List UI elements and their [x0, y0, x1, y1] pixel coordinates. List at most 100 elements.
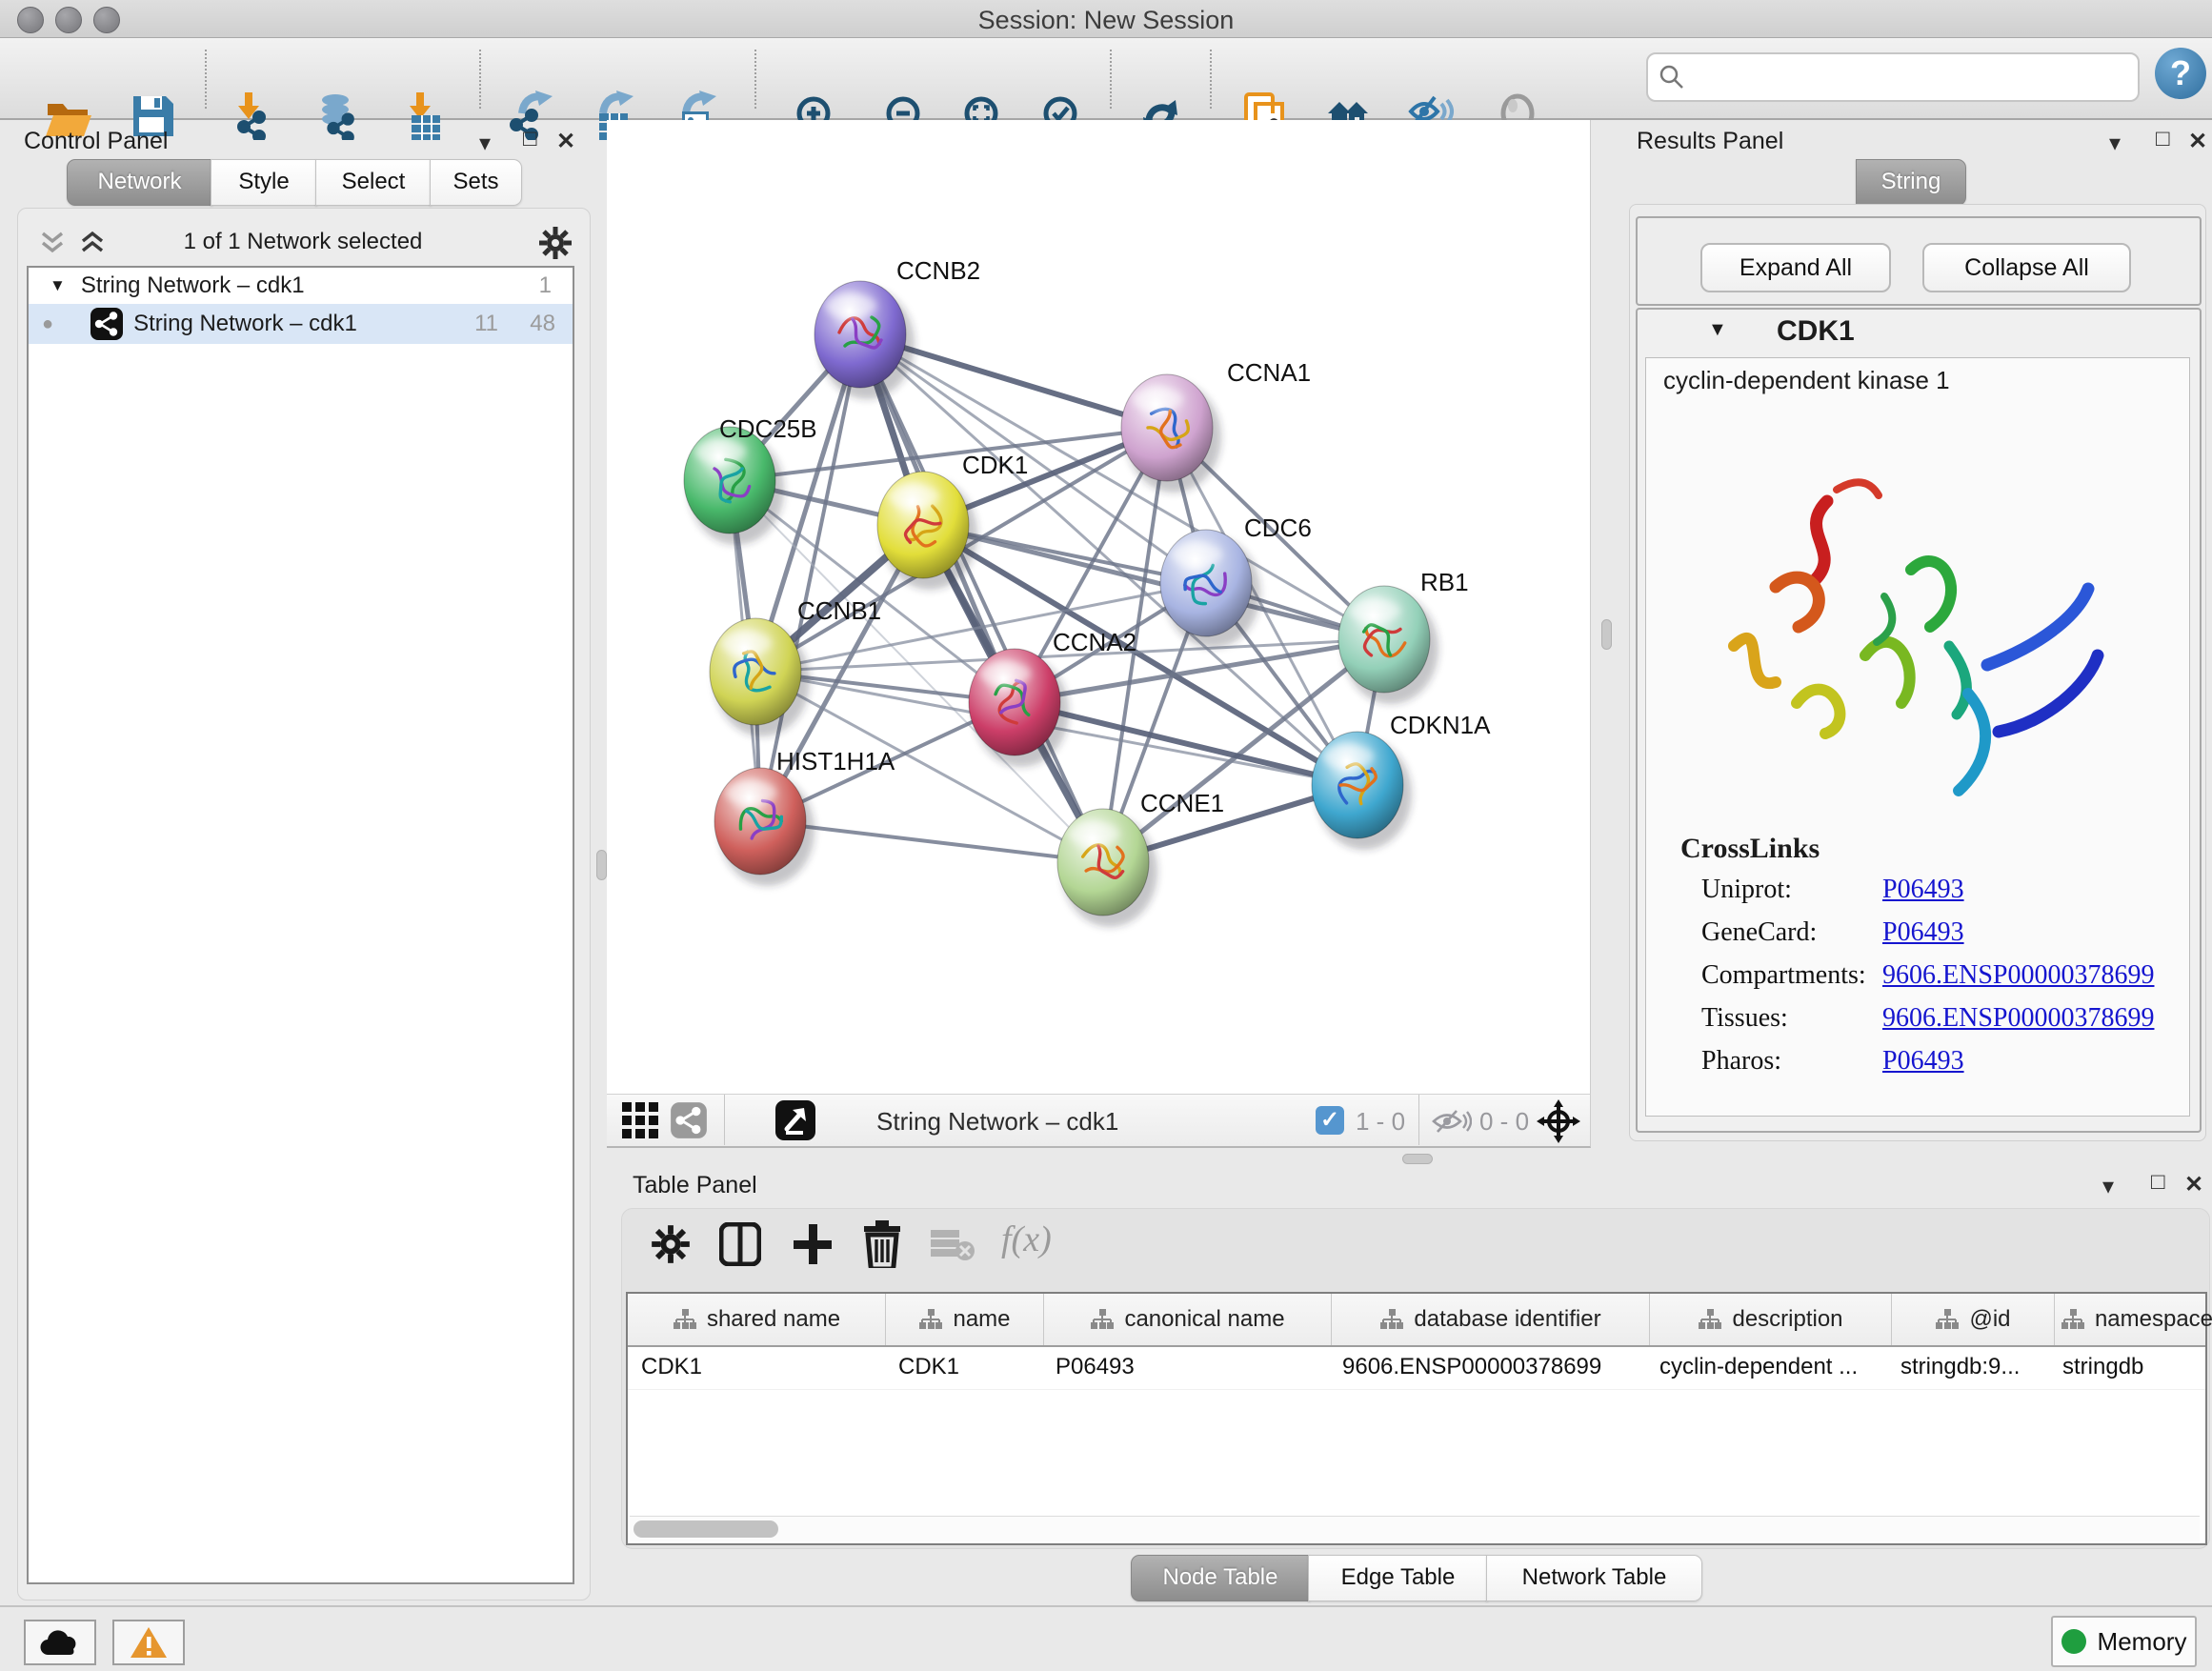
column-label: database identifier	[1414, 1306, 1600, 1333]
open-in-new-window-icon[interactable]	[774, 1099, 816, 1141]
tab-network-table[interactable]: Network Table	[1486, 1555, 1702, 1601]
column-header-id[interactable]: @id	[1892, 1294, 2055, 1345]
expand-all-button[interactable]: Expand All	[1700, 243, 1891, 292]
network-collection-label: String Network – cdk1	[81, 272, 305, 299]
disclosure-triangle-icon[interactable]: ▼	[50, 276, 66, 295]
table-panel: Table Panel ▾ □ ✕	[614, 1170, 2212, 1605]
table-row[interactable]: CDK1CDK1P064939606.ENSP00000378699cyclin…	[628, 1347, 2205, 1390]
network-node-CCNE1[interactable]: CCNE1	[1057, 789, 1224, 927]
show-columns-icon[interactable]	[719, 1222, 761, 1266]
column-header-namespace[interactable]: namespace	[2055, 1294, 2212, 1345]
column-type-icon	[673, 1308, 697, 1331]
panel-collapse-icon[interactable]: ▾	[2109, 130, 2121, 157]
network-node-CDC6[interactable]: CDC6	[1160, 513, 1312, 648]
panel-float-icon[interactable]: □	[2151, 1169, 2165, 1196]
gear-icon[interactable]	[538, 226, 573, 260]
node-label-CCNE1: CCNE1	[1140, 789, 1224, 817]
tab-string[interactable]: String	[1856, 159, 1966, 206]
crosslink-row-compartments: Compartments: 9606.ENSP00000378699	[1701, 960, 2178, 1003]
tab-select[interactable]: Select	[315, 159, 432, 206]
crosslink-link[interactable]: P06493	[1882, 1046, 1964, 1077]
toolbar-separator	[1110, 50, 1112, 109]
edge-CCNB2-CCNE1	[860, 334, 1103, 862]
column-label: name	[953, 1306, 1010, 1333]
table-panel-title: Table Panel	[633, 1172, 757, 1199]
network-node-CDK1[interactable]: CDK1	[877, 451, 1028, 590]
tab-edge-table[interactable]: Edge Table	[1308, 1555, 1488, 1601]
network-node-CCNA1[interactable]: CCNA1	[1121, 358, 1311, 493]
current-network-dot-icon: ●	[42, 313, 53, 335]
network-node-RB1[interactable]: RB1	[1338, 568, 1469, 704]
crosslink-link[interactable]: 9606.ENSP00000378699	[1882, 1003, 2154, 1034]
column-label: namespace	[2095, 1306, 2212, 1333]
tab-network[interactable]: Network	[67, 159, 212, 206]
crosslink-link[interactable]: P06493	[1882, 917, 1964, 948]
disclosure-triangle-icon[interactable]: ▼	[1708, 319, 1727, 341]
column-header-database-identifier[interactable]: database identifier	[1332, 1294, 1650, 1345]
control-panel: Control Panel ▾ □ ✕ NetworkStyleSelectSe…	[8, 120, 602, 1605]
tab-style[interactable]: Style	[211, 159, 317, 206]
right-splitter-handle[interactable]	[1601, 619, 1612, 650]
panel-float-icon[interactable]: □	[2156, 126, 2170, 152]
node-result-details: cyclin-dependent kinase 1 CrossLinks Uni…	[1645, 357, 2190, 1117]
window-title: Session: New Session	[0, 6, 2212, 35]
search-box[interactable]	[1646, 52, 2140, 102]
column-header-canonical-name[interactable]: canonical name	[1044, 1294, 1332, 1345]
cell-name: CDK1	[885, 1347, 1042, 1389]
network-share-button-icon[interactable]	[670, 1101, 708, 1139]
tab-sets[interactable]: Sets	[430, 159, 522, 206]
network-node-CCNB2[interactable]: CCNB2	[814, 256, 980, 399]
network-node-CDC25B[interactable]: CDC25B	[684, 414, 817, 545]
crosslink-link[interactable]: 9606.ENSP00000378699	[1882, 960, 2154, 991]
string-results-body: Expand All Collapse All ▼ CDK1 cyclin-de…	[1629, 204, 2206, 1141]
panel-collapse-icon[interactable]: ▾	[479, 130, 491, 157]
network-node-CDKN1A[interactable]: CDKN1A	[1312, 711, 1491, 850]
selected-checkbox-icon[interactable]: ✓	[1316, 1106, 1344, 1135]
memory-button[interactable]: Memory	[2051, 1616, 2197, 1667]
crosslink-label: Compartments:	[1701, 960, 1882, 991]
add-column-plus-icon[interactable]	[792, 1222, 834, 1266]
table-settings-gear-icon[interactable]	[651, 1224, 691, 1264]
network-view-toolbar: String Network – cdk1 ✓ 1 - 0 0 - 0	[607, 1094, 1591, 1148]
collection-count: 1	[539, 272, 552, 299]
table-horizontal-scrollbar[interactable]	[630, 1516, 2200, 1541]
column-label: shared name	[707, 1306, 840, 1333]
panel-collapse-icon[interactable]: ▾	[2102, 1173, 2114, 1200]
network-tree-root-row[interactable]: ▼ String Network – cdk1 1	[29, 268, 573, 304]
network-view-canvas[interactable]: CCNB2 CCNA1 CDC25B CDK1	[607, 120, 1591, 1094]
pan-crosshair-icon[interactable]	[1537, 1099, 1580, 1143]
column-label: description	[1732, 1306, 1842, 1333]
birdseye-grid-icon[interactable]	[621, 1101, 659, 1139]
column-header-description[interactable]: description	[1650, 1294, 1892, 1345]
memory-status-dot	[2061, 1629, 2086, 1654]
protein-structure-image	[1684, 444, 2122, 835]
search-input[interactable]	[1686, 63, 2100, 91]
crosslink-row-uniprot: Uniprot: P06493	[1701, 875, 2178, 917]
panel-float-icon[interactable]: □	[523, 126, 537, 152]
column-type-icon	[2061, 1308, 2085, 1331]
help-button[interactable]: ?	[2155, 48, 2206, 99]
table-container: f(x) shared name name canonical name dat…	[621, 1208, 2210, 1549]
network-list-header: 1 of 1 Network selected	[28, 224, 578, 262]
column-header-shared-name[interactable]: shared name	[628, 1294, 886, 1345]
panel-close-icon[interactable]: ✕	[2188, 128, 2207, 155]
scrollbar-thumb[interactable]	[633, 1520, 778, 1538]
column-header-name[interactable]: name	[886, 1294, 1044, 1345]
node-label-HIST1H1A: HIST1H1A	[776, 747, 895, 775]
horizontal-splitter-handle[interactable]	[1402, 1154, 1433, 1164]
crosslink-label: Tissues:	[1701, 1003, 1882, 1034]
warning-status-button[interactable]	[112, 1620, 185, 1665]
collapse-all-button[interactable]: Collapse All	[1922, 243, 2131, 292]
left-splitter-handle[interactable]	[596, 850, 607, 880]
network-node-HIST1H1A[interactable]: HIST1H1A	[714, 747, 895, 886]
crosslink-link[interactable]: P06493	[1882, 875, 1964, 905]
network-tree-item-row[interactable]: ● String Network – cdk1 11 48	[29, 304, 573, 344]
cloud-status-button[interactable]	[24, 1620, 96, 1665]
tab-node-table[interactable]: Node Table	[1131, 1555, 1310, 1601]
node-label-CCNB1: CCNB1	[797, 596, 881, 625]
delete-column-trash-icon[interactable]	[862, 1220, 902, 1268]
panel-close-icon[interactable]: ✕	[556, 128, 575, 155]
panel-close-icon[interactable]: ✕	[2184, 1171, 2203, 1198]
cell-database-identifier: 9606.ENSP00000378699	[1329, 1347, 1646, 1389]
cell-id: stringdb:9...	[1887, 1347, 2049, 1389]
